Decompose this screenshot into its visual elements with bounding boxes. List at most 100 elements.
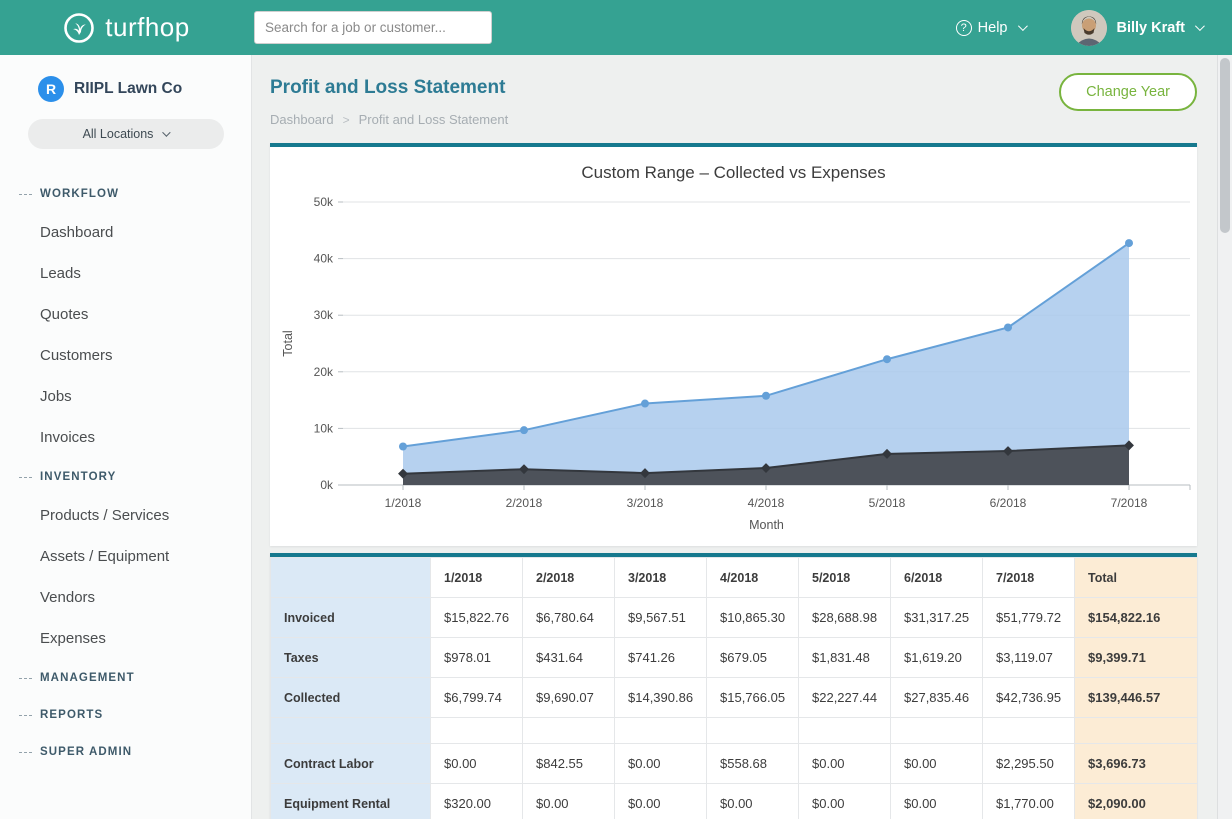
table-cell: $741.26 [615,638,707,678]
topbar: turfhop ? Help Billy Kraft [0,0,1232,55]
table-spacer-row [271,718,1198,744]
table-column-header: 5/2018 [799,558,891,598]
svg-text:10k: 10k [314,421,334,435]
sidebar-item-jobs[interactable]: Jobs [0,376,251,417]
row-total-cell: $139,446.57 [1075,678,1198,718]
turfhop-logo[interactable]: turfhop [0,11,252,45]
table-cell: $14,390.86 [615,678,707,718]
row-label-cell: Contract Labor [271,744,431,784]
table-corner-cell [271,558,431,598]
row-total-cell [1075,718,1198,744]
help-icon: ? [956,20,972,36]
row-total-cell: $154,822.16 [1075,598,1198,638]
page-title: Profit and Loss Statement [270,73,508,99]
section-dash-icon [19,477,32,478]
table-cell [983,718,1075,744]
chart-card: Custom Range – Collected vs Expenses 0k1… [270,143,1197,546]
sidebar-nav: WORKFLOWDashboardLeadsQuotesCustomersJob… [0,175,251,770]
table-column-header: 7/2018 [983,558,1075,598]
sidebar-item-assets-equipment[interactable]: Assets / Equipment [0,536,251,577]
section-dash-icon [19,678,32,679]
vertical-scrollbar [1217,55,1232,819]
table-cell: $0.00 [615,744,707,784]
sidebar-item-invoices[interactable]: Invoices [0,417,251,458]
svg-text:6/2018: 6/2018 [990,496,1027,510]
sidebar-item-expenses[interactable]: Expenses [0,618,251,659]
pl-chart: 0k10k20k30k40k50k1/20182/20183/20184/201… [270,187,1197,539]
row-total-cell: $2,090.00 [1075,784,1198,819]
nav-section-label: MANAGEMENT [40,672,135,684]
sidebar-item-customers[interactable]: Customers [0,335,251,376]
table-cell: $0.00 [799,784,891,819]
svg-text:5/2018: 5/2018 [869,496,906,510]
table-cell: $27,835.46 [891,678,983,718]
nav-section-reports[interactable]: REPORTS [0,696,251,733]
sidebar-item-quotes[interactable]: Quotes [0,294,251,335]
section-dash-icon [19,752,32,753]
scrollbar-thumb[interactable] [1220,58,1230,233]
topbar-right: ? Help Billy Kraft [956,10,1232,46]
search-input[interactable] [254,11,492,44]
change-year-button[interactable]: Change Year [1059,73,1197,111]
sidebar-item-leads[interactable]: Leads [0,253,251,294]
table-cell: $10,865.30 [707,598,799,638]
table-cell: $431.64 [523,638,615,678]
user-menu[interactable]: Billy Kraft [1071,10,1203,46]
table-cell: $0.00 [707,784,799,819]
sidebar: R RIIPL Lawn Co All Locations WORKFLOWDa… [0,55,252,819]
table-cell: $679.05 [707,638,799,678]
table-cell: $1,619.20 [891,638,983,678]
sidebar-item-vendors[interactable]: Vendors [0,577,251,618]
row-label-cell [271,718,431,744]
table-cell: $15,766.05 [707,678,799,718]
nav-section-super-admin[interactable]: SUPER ADMIN [0,733,251,770]
help-menu[interactable]: ? Help [956,20,1025,36]
nav-section-inventory[interactable]: INVENTORY [0,458,251,495]
breadcrumb-separator-icon: > [343,113,350,127]
table-cell: $22,227.44 [799,678,891,718]
locations-dropdown[interactable]: All Locations [28,119,224,149]
company-header[interactable]: R RIIPL Lawn Co [0,55,251,102]
table-cell: $6,780.64 [523,598,615,638]
table-header-row: 1/20182/20183/20184/20185/20186/20187/20… [271,558,1198,598]
user-name: Billy Kraft [1117,20,1186,36]
locations-label: All Locations [83,127,154,141]
chart-title: Custom Range – Collected vs Expenses [270,147,1197,187]
chevron-down-icon [1195,21,1205,31]
sidebar-item-products-services[interactable]: Products / Services [0,495,251,536]
nav-section-workflow[interactable]: WORKFLOW [0,175,251,212]
nav-section-label: SUPER ADMIN [40,746,132,758]
section-dash-icon [19,194,32,195]
table-column-header: 3/2018 [615,558,707,598]
svg-text:3/2018: 3/2018 [627,496,664,510]
nav-section-management[interactable]: MANAGEMENT [0,659,251,696]
table-cell: $2,295.50 [983,744,1075,784]
table-row-equipment-rental: Equipment Rental$320.00$0.00$0.00$0.00$0… [271,784,1198,819]
table-row-collected: Collected$6,799.74$9,690.07$14,390.86$15… [271,678,1198,718]
svg-text:7/2018: 7/2018 [1111,496,1148,510]
avatar [1071,10,1107,46]
table-cell: $51,779.72 [983,598,1075,638]
nav-section-label: REPORTS [40,709,103,721]
svg-text:2/2018: 2/2018 [506,496,543,510]
breadcrumb-dashboard[interactable]: Dashboard [270,112,334,127]
row-label-cell: Invoiced [271,598,431,638]
row-label-cell: Equipment Rental [271,784,431,819]
svg-text:50k: 50k [314,195,334,209]
table-cell: $6,799.74 [431,678,523,718]
table-cell: $3,119.07 [983,638,1075,678]
svg-text:30k: 30k [314,308,334,322]
svg-text:Total: Total [281,330,295,356]
table-cell: $0.00 [891,744,983,784]
company-badge: R [38,76,64,102]
table-cell: $15,822.76 [431,598,523,638]
sidebar-item-dashboard[interactable]: Dashboard [0,212,251,253]
svg-text:Month: Month [749,518,784,532]
table-cell: $0.00 [615,784,707,819]
table-cell: $9,567.51 [615,598,707,638]
table-cell [707,718,799,744]
table-cell: $0.00 [799,744,891,784]
table-cell: $558.68 [707,744,799,784]
table-cell: $842.55 [523,744,615,784]
table-row-taxes: Taxes$978.01$431.64$741.26$679.05$1,831.… [271,638,1198,678]
